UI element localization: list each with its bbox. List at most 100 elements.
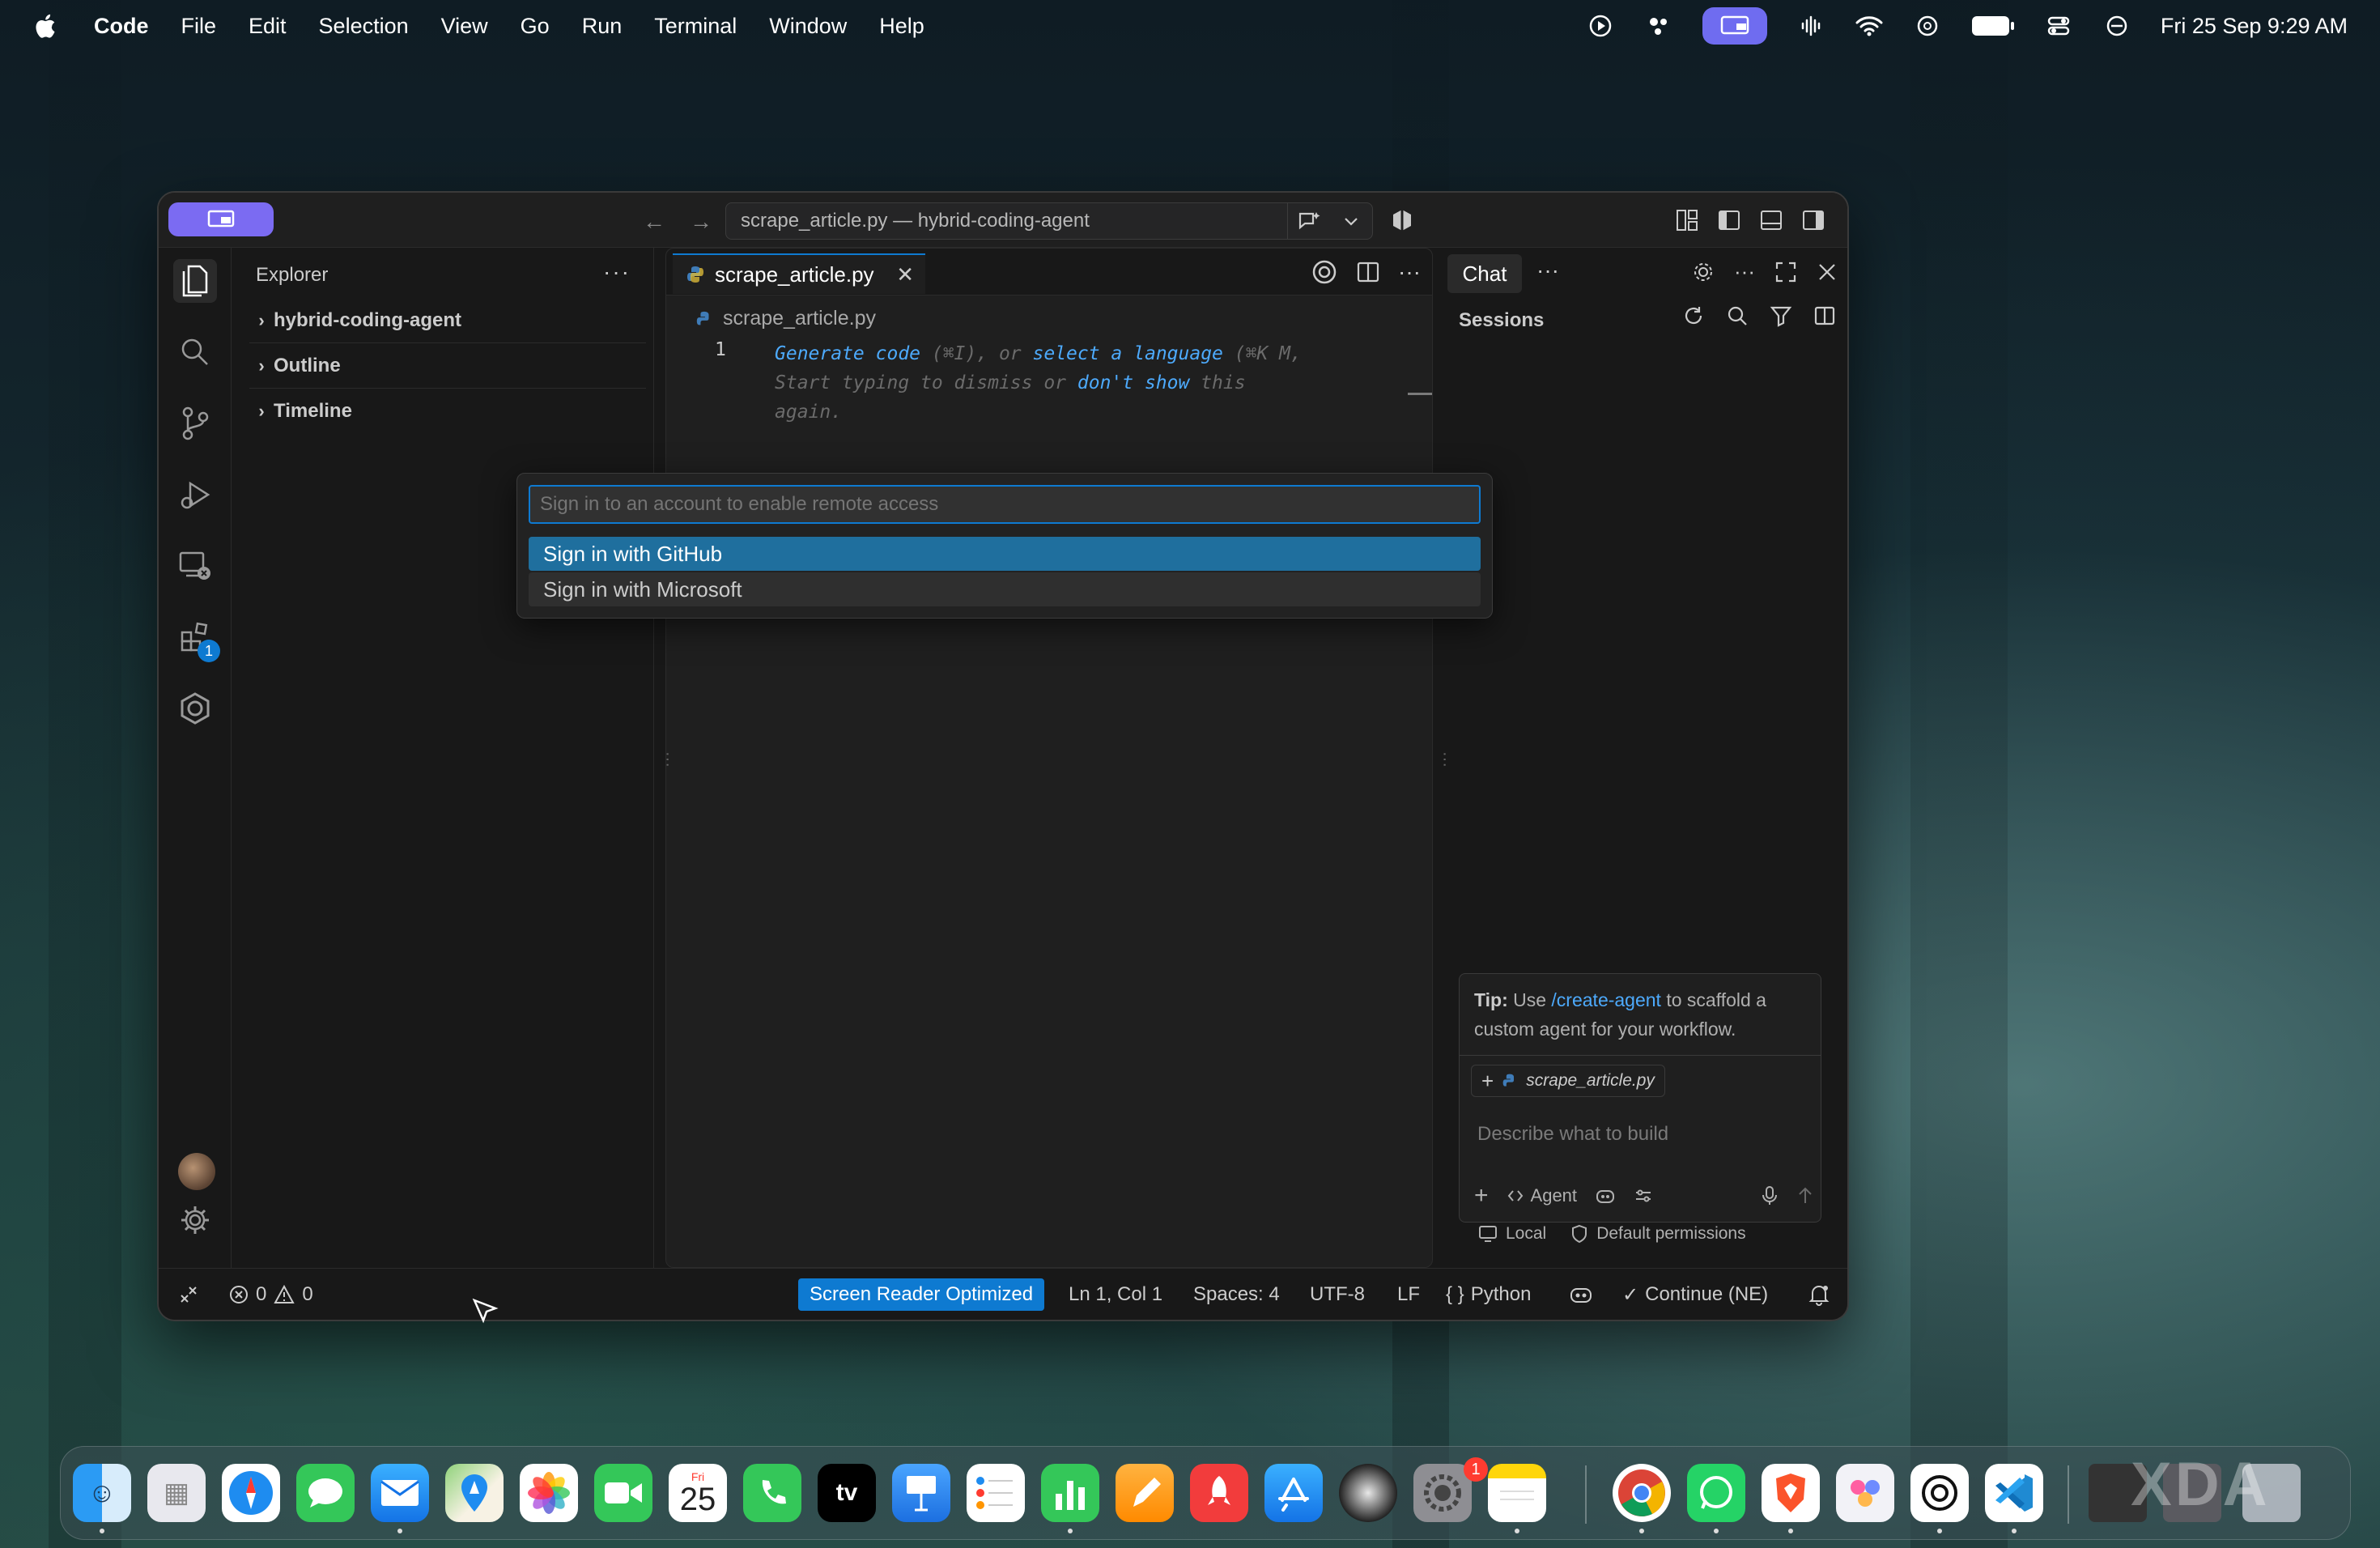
dont-show-link[interactable]: don't show bbox=[1077, 372, 1189, 393]
app-name-menu[interactable]: Code bbox=[94, 14, 149, 39]
gear-icon[interactable] bbox=[1692, 261, 1715, 283]
source-control-activity[interactable] bbox=[173, 402, 217, 445]
chat-sparkle-icon[interactable] bbox=[1288, 210, 1330, 232]
problems-status[interactable]: 0 0 bbox=[228, 1269, 313, 1320]
menu-run[interactable]: Run bbox=[582, 14, 623, 39]
sign-in-github-option[interactable]: Sign in with GitHub bbox=[529, 537, 1481, 571]
notifications-button[interactable] bbox=[1808, 1269, 1830, 1320]
menu-terminal[interactable]: Terminal bbox=[654, 14, 737, 39]
add-icon[interactable]: + bbox=[1474, 1182, 1489, 1210]
phone-app-icon[interactable] bbox=[743, 1464, 801, 1522]
extensions-activity[interactable]: 1 bbox=[173, 615, 220, 662]
forward-arrow-icon[interactable]: → bbox=[690, 209, 712, 235]
toggle-secondary-sidebar-icon[interactable] bbox=[1799, 206, 1828, 235]
accounts-avatar[interactable] bbox=[178, 1153, 215, 1190]
search-activity[interactable] bbox=[173, 330, 217, 374]
whatsapp-app-icon[interactable] bbox=[1687, 1464, 1745, 1522]
folder-section-hybrid-coding-agent[interactable]: › hybrid-coding-agent bbox=[249, 298, 646, 343]
safari-app-icon[interactable] bbox=[222, 1464, 280, 1522]
menu-window[interactable]: Window bbox=[769, 14, 847, 39]
copilot-activity[interactable] bbox=[173, 687, 217, 730]
remote-explorer-activity[interactable] bbox=[173, 544, 217, 588]
microphone-icon[interactable] bbox=[1761, 1185, 1779, 1206]
apple-menu-icon[interactable] bbox=[32, 12, 57, 40]
tab-chat[interactable]: Chat bbox=[1447, 254, 1522, 293]
openai-icon[interactable] bbox=[1311, 258, 1338, 286]
apple-tv-app-icon[interactable]: tv bbox=[818, 1464, 876, 1522]
add-icon[interactable]: + bbox=[1481, 1069, 1494, 1094]
copilot-icon[interactable] bbox=[1595, 1186, 1616, 1206]
chevron-down-icon[interactable] bbox=[1330, 215, 1372, 227]
more-actions-icon[interactable]: ··· bbox=[603, 259, 631, 285]
continue-status[interactable]: ✓ Continue (NE) bbox=[1622, 1269, 1768, 1320]
macos-installer-app-icon[interactable] bbox=[1339, 1464, 1397, 1522]
reminders-app-icon[interactable] bbox=[967, 1464, 1025, 1522]
refresh-icon[interactable] bbox=[1682, 304, 1705, 327]
copilot-status-icon[interactable] bbox=[1388, 206, 1417, 235]
indentation-status[interactable]: Spaces: 4 bbox=[1193, 1269, 1280, 1320]
photos-app-icon[interactable] bbox=[520, 1464, 578, 1522]
assistant-icon[interactable] bbox=[1644, 14, 1673, 38]
menu-bar-clock[interactable]: Fri 25 Sep 9:29 AM bbox=[2161, 14, 2348, 39]
rocket-app-icon[interactable] bbox=[1190, 1464, 1248, 1522]
more-actions-icon[interactable]: ··· bbox=[1398, 259, 1421, 285]
toggle-primary-sidebar-icon[interactable] bbox=[1715, 206, 1744, 235]
play-icon[interactable] bbox=[1586, 14, 1615, 38]
battery-icon[interactable] bbox=[1971, 14, 2015, 38]
vpn-icon[interactable] bbox=[2102, 14, 2131, 38]
pages-app-icon[interactable] bbox=[1116, 1464, 1174, 1522]
send-arrow-icon[interactable] bbox=[1796, 1185, 1814, 1206]
finder-app-icon[interactable]: ☺ bbox=[73, 1464, 131, 1522]
more-actions-icon[interactable]: ··· bbox=[1536, 257, 1559, 283]
vscode-app-icon[interactable] bbox=[1985, 1464, 2043, 1522]
select-language-link[interactable]: select a language bbox=[1033, 343, 1223, 364]
toggle-panel-icon[interactable] bbox=[1757, 206, 1786, 235]
sash-handle[interactable]: ··· bbox=[658, 751, 677, 768]
facetime-app-icon[interactable] bbox=[594, 1464, 652, 1522]
close-icon[interactable]: ✕ bbox=[896, 262, 914, 287]
manage-activity[interactable] bbox=[173, 1198, 217, 1242]
quick-pick-input[interactable] bbox=[529, 485, 1481, 524]
split-editor-icon[interactable] bbox=[1356, 260, 1380, 284]
wifi-icon[interactable] bbox=[1855, 14, 1884, 38]
customize-layout-icon[interactable] bbox=[1672, 206, 1702, 235]
timeline-section[interactable]: › Timeline bbox=[249, 389, 646, 434]
app-icon-colorful[interactable] bbox=[1836, 1464, 1894, 1522]
chatgpt-icon[interactable] bbox=[1913, 14, 1942, 38]
local-button[interactable]: Local bbox=[1478, 1224, 1546, 1244]
app-store-app-icon[interactable] bbox=[1264, 1464, 1323, 1522]
system-settings-app-icon[interactable] bbox=[1413, 1464, 1472, 1522]
chat-input[interactable]: Describe what to build bbox=[1477, 1123, 1668, 1146]
split-view-icon[interactable] bbox=[1813, 304, 1836, 327]
encoding-status[interactable]: UTF-8 bbox=[1310, 1269, 1365, 1320]
screen-reader-status[interactable]: Screen Reader Optimized bbox=[798, 1269, 1045, 1320]
maps-app-icon[interactable] bbox=[445, 1464, 504, 1522]
eol-status[interactable]: LF bbox=[1397, 1269, 1420, 1320]
explorer-activity[interactable] bbox=[173, 259, 217, 303]
more-actions-icon[interactable]: ··· bbox=[1734, 259, 1755, 284]
minimap[interactable] bbox=[1408, 393, 1432, 395]
remote-status-button[interactable] bbox=[178, 1269, 199, 1320]
close-icon[interactable] bbox=[1817, 262, 1838, 283]
calendar-app-icon[interactable]: Fri 25 bbox=[669, 1464, 727, 1522]
menu-view[interactable]: View bbox=[441, 14, 488, 39]
screen-share-icon[interactable] bbox=[1702, 7, 1767, 45]
chrome-app-icon[interactable] bbox=[1613, 1464, 1671, 1522]
tools-icon[interactable] bbox=[1634, 1186, 1653, 1206]
messages-app-icon[interactable] bbox=[296, 1464, 355, 1522]
menu-edit[interactable]: Edit bbox=[249, 14, 287, 39]
outline-section[interactable]: › Outline bbox=[249, 343, 646, 389]
numbers-app-icon[interactable] bbox=[1041, 1464, 1099, 1522]
command-center[interactable]: scrape_article.py — hybrid-coding-agent bbox=[725, 202, 1373, 240]
language-status[interactable]: { } Python bbox=[1446, 1269, 1531, 1320]
keynote-app-icon[interactable] bbox=[892, 1464, 950, 1522]
copilot-status[interactable] bbox=[1569, 1269, 1593, 1320]
menu-selection[interactable]: Selection bbox=[319, 14, 409, 39]
filter-icon[interactable] bbox=[1770, 304, 1792, 327]
breadcrumb[interactable]: scrape_article.py bbox=[695, 307, 876, 330]
sign-in-microsoft-option[interactable]: Sign in with Microsoft bbox=[529, 572, 1481, 606]
mail-app-icon[interactable] bbox=[371, 1464, 429, 1522]
notes-app-icon[interactable] bbox=[1488, 1464, 1546, 1522]
generate-code-link[interactable]: Generate code bbox=[775, 343, 920, 364]
audio-waveform-icon[interactable] bbox=[1796, 14, 1825, 38]
